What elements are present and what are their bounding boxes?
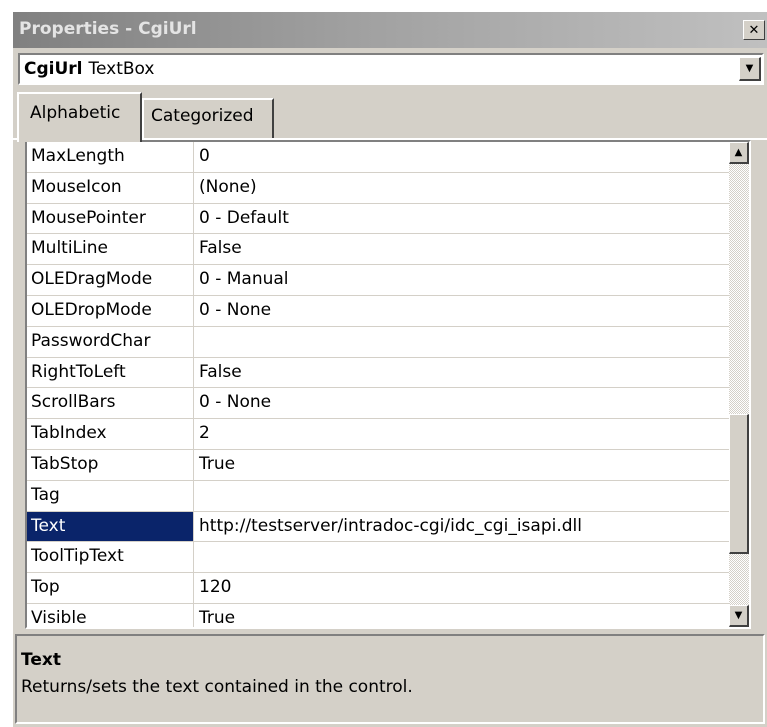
property-name[interactable]: Text — [27, 511, 194, 542]
description-title: Text — [21, 650, 61, 670]
property-row-top[interactable]: Top 120 — [27, 573, 731, 604]
property-name[interactable]: RightToLeft — [27, 357, 194, 388]
property-grid: MaxLength 0 MouseIcon (None) MousePointer 0 -… — [25, 140, 751, 629]
property-name[interactable]: OLEDropMode — [27, 295, 194, 326]
property-value[interactable]: 0 - None — [199, 296, 271, 326]
property-row-tabindex[interactable]: TabIndex 2 — [27, 419, 731, 450]
property-name[interactable]: Visible — [27, 603, 194, 627]
property-value[interactable]: 2 — [199, 419, 210, 449]
property-value[interactable]: True — [199, 604, 235, 627]
property-row-visible[interactable]: Visible True — [27, 603, 731, 627]
property-list: MaxLength 0 MouseIcon (None) MousePointer 0 -… — [27, 142, 731, 627]
scroll-thumb[interactable] — [729, 414, 749, 554]
object-selector[interactable]: CgiUrl TextBox ▼ — [18, 53, 764, 85]
property-name[interactable]: TabStop — [27, 449, 194, 480]
vertical-scrollbar[interactable]: ▲ ▼ — [729, 142, 749, 627]
property-name[interactable]: PasswordChar — [27, 326, 194, 357]
property-row-righttoleft[interactable]: RightToLeft False — [27, 357, 731, 389]
tab-categorized[interactable]: Categorized — [142, 98, 274, 140]
property-value[interactable]: False — [199, 358, 242, 388]
property-name[interactable]: TabIndex — [27, 419, 194, 449]
scroll-up-icon[interactable]: ▲ — [729, 142, 749, 164]
description-text: Returns/sets the text contained in the c… — [21, 677, 413, 697]
property-value[interactable]: http://testserver/intradoc-cgi/idc_cgi_i… — [199, 512, 582, 542]
tab-alphabetic[interactable]: Alphabetic — [17, 92, 142, 142]
property-value[interactable]: 0 - None — [199, 388, 271, 418]
property-row-oledropmode[interactable]: OLEDropMode 0 - None — [27, 295, 731, 327]
property-row-tag[interactable]: Tag — [27, 480, 731, 512]
chevron-down-icon[interactable]: ▼ — [739, 57, 761, 81]
property-row-passwordchar[interactable]: PasswordChar — [27, 326, 731, 358]
property-name[interactable]: OLEDragMode — [27, 265, 194, 295]
scroll-down-icon[interactable]: ▼ — [729, 605, 749, 627]
title-bar[interactable]: Properties - CgiUrl ✕ — [13, 12, 767, 48]
property-name[interactable]: Tag — [27, 480, 194, 511]
property-value[interactable]: (None) — [199, 173, 257, 203]
close-icon[interactable]: ✕ — [743, 20, 765, 40]
property-row-text[interactable]: Text http://testserver/intradoc-cgi/idc_c… — [27, 511, 731, 543]
property-name[interactable]: MousePointer — [27, 203, 194, 234]
property-value[interactable]: True — [199, 450, 235, 480]
property-row-tooltiptext[interactable]: ToolTipText — [27, 542, 731, 574]
property-row-oledragmode[interactable]: OLEDragMode 0 - Manual — [27, 265, 731, 296]
property-row-mouseicon[interactable]: MouseIcon (None) — [27, 172, 731, 204]
description-pane: Text Returns/sets the text contained in … — [15, 634, 765, 724]
properties-window: Properties - CgiUrl ✕ CgiUrl TextBox ▼ Al… — [13, 12, 767, 727]
object-type: TextBox — [88, 59, 155, 79]
property-row-tabstop[interactable]: TabStop True — [27, 449, 731, 481]
property-name[interactable]: ScrollBars — [27, 388, 194, 419]
property-value[interactable]: 0 - Manual — [199, 265, 289, 295]
property-name[interactable]: MaxLength — [27, 142, 194, 172]
property-value[interactable]: 120 — [199, 573, 231, 603]
property-name[interactable]: ToolTipText — [27, 542, 194, 573]
property-row-maxlength[interactable]: MaxLength 0 — [27, 142, 731, 173]
property-row-mousepointer[interactable]: MousePointer 0 - Default — [27, 203, 731, 235]
property-value[interactable]: 0 — [199, 142, 210, 172]
property-name[interactable]: Top — [27, 573, 194, 603]
property-row-multiline[interactable]: MultiLine False — [27, 234, 731, 266]
object-name: CgiUrl — [24, 59, 83, 79]
property-row-scrollbars[interactable]: ScrollBars 0 - None — [27, 388, 731, 420]
property-value[interactable]: 0 - Default — [199, 204, 289, 234]
property-name[interactable]: MouseIcon — [27, 172, 194, 203]
property-name[interactable]: MultiLine — [27, 234, 194, 265]
window-title: Properties - CgiUrl — [19, 19, 197, 39]
property-value[interactable]: False — [199, 234, 242, 264]
